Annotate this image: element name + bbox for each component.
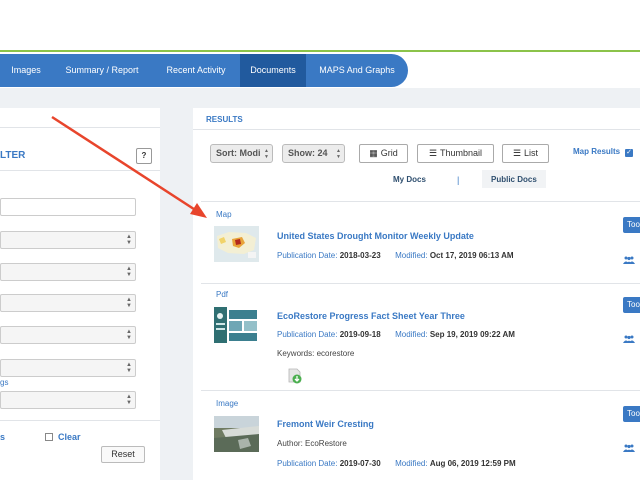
help-button[interactable]: ?: [136, 148, 152, 164]
modified-label: Modified:: [395, 251, 428, 260]
result-dates: Publication Date: 2018-03-23 Modified: O…: [277, 251, 514, 260]
tools-button[interactable]: Too: [623, 406, 640, 422]
filter-divider: [0, 170, 160, 171]
modified-label: Modified:: [395, 459, 428, 468]
result-keywords: Keywords: ecorestore: [277, 349, 355, 358]
nav-tab-bar: Images Summary / Report Recent Activity …: [0, 54, 408, 87]
publication-date-value: 2018-03-23: [339, 251, 381, 260]
result-dates: Publication Date: 2019-07-30 Modified: A…: [277, 459, 516, 468]
tab-maps-and-graphs[interactable]: MAPS And Graphs: [306, 54, 408, 87]
select-arrows-icon: ▲ ▼: [264, 148, 269, 160]
list-label: List: [524, 148, 539, 158]
show-select-value: Show: 24: [288, 148, 328, 158]
select-arrows-icon: ▲ ▼: [126, 234, 132, 246]
filter-select-1[interactable]: ▲ ▼: [0, 231, 136, 249]
filter-select-6[interactable]: ▲ ▼: [0, 391, 136, 409]
my-docs-tab[interactable]: My Docs: [393, 175, 426, 184]
result-type-label: Image: [216, 399, 239, 408]
modified-label: Modified:: [395, 330, 428, 339]
result-author: Author: EcoRestore: [277, 439, 347, 448]
select-arrows-icon: ▲ ▼: [126, 266, 132, 278]
list-view-button[interactable]: ☰ List: [502, 144, 549, 163]
result-type-label: Map: [216, 210, 232, 219]
tab-documents[interactable]: Documents: [240, 54, 306, 87]
filter-panel-header: [0, 108, 160, 128]
filter-select-4[interactable]: ▲ ▼: [0, 326, 136, 344]
publication-date-label: Publication Date:: [277, 251, 338, 260]
filter-tags-link[interactable]: gs: [0, 378, 8, 387]
users-icon[interactable]: [623, 444, 635, 452]
tab-recent-activity[interactable]: Recent Activity: [152, 54, 240, 87]
result-thumbnail[interactable]: [214, 226, 259, 262]
grid-view-button[interactable]: ▦ Grid: [359, 144, 408, 163]
modified-value: Sep 19, 2019 09:22 AM: [429, 330, 515, 339]
result-type-label: Pdf: [216, 290, 229, 299]
thumbnail-view-button[interactable]: ☰ Thumbnail: [417, 144, 494, 163]
reset-button[interactable]: Reset: [101, 446, 145, 463]
thumbnail-label: Thumbnail: [440, 148, 483, 158]
users-icon[interactable]: [623, 335, 635, 343]
filter-select-5[interactable]: ▲ ▼: [0, 359, 136, 377]
tools-button[interactable]: Too: [623, 297, 640, 313]
result-title-link[interactable]: Fremont Weir Cresting: [277, 419, 374, 429]
public-docs-tab[interactable]: Public Docs: [491, 175, 537, 184]
filter-keyword-input[interactable]: [0, 198, 136, 216]
tools-button[interactable]: Too: [623, 217, 640, 233]
results-list-divider: [201, 201, 640, 202]
result-separator: [201, 283, 640, 284]
result-title-link[interactable]: United States Drought Monitor Weekly Upd…: [277, 231, 474, 241]
filter-title: LTER: [0, 150, 26, 161]
select-arrows-icon: ▲ ▼: [126, 329, 132, 341]
clear-label[interactable]: Clear: [58, 432, 81, 442]
modified-value: Aug 06, 2019 12:59 PM: [429, 459, 516, 468]
grid-icon: ▦: [369, 148, 378, 158]
result-thumbnail[interactable]: [214, 416, 259, 452]
filter-panel: LTER ? ▲ ▼ ▲ ▼ ▲ ▼ ▲ ▼ ▲ ▼ gs ▲ ▼ s Clear Rese…: [0, 108, 160, 480]
map-results-checkbox[interactable]: ✓: [625, 149, 633, 157]
header-accent-line: [0, 50, 640, 52]
main-nav: Images Summary / Report Recent Activity …: [0, 54, 640, 88]
tab-summary-report[interactable]: Summary / Report: [52, 54, 152, 87]
results-panel: RESULTS Sort: Modi ▲ ▼ Show: 24 ▲ ▼ ▦ Grid …: [193, 108, 640, 480]
filter-footer-divider: [0, 420, 160, 421]
show-select[interactable]: Show: 24 ▲ ▼: [282, 144, 345, 163]
publication-date-value: 2019-07-30: [339, 459, 381, 468]
filter-apply-link[interactable]: s: [0, 432, 5, 442]
tab-images[interactable]: Images: [0, 54, 52, 87]
select-arrows-icon: ▲ ▼: [336, 148, 341, 160]
result-thumbnail[interactable]: [214, 307, 259, 343]
modified-value: Oct 17, 2019 06:13 AM: [429, 251, 514, 260]
publication-date-label: Publication Date:: [277, 330, 338, 339]
users-icon[interactable]: [623, 256, 635, 264]
result-dates: Publication Date: 2019-09-18 Modified: S…: [277, 330, 515, 339]
list-icon: ☰: [512, 148, 522, 158]
filter-select-2[interactable]: ▲ ▼: [0, 263, 136, 281]
docs-tab-separator: |: [457, 175, 460, 185]
grid-label: Grid: [380, 148, 398, 158]
publication-date-value: 2019-09-18: [339, 330, 381, 339]
filter-select-3[interactable]: ▲ ▼: [0, 294, 136, 312]
sort-select-value: Sort: Modi: [216, 148, 261, 158]
result-separator: [201, 390, 640, 391]
publication-date-label: Publication Date:: [277, 459, 338, 468]
results-header-divider: [193, 129, 640, 130]
select-arrows-icon: ▲ ▼: [126, 297, 132, 309]
result-title-link[interactable]: EcoRestore Progress Fact Sheet Year Thre…: [277, 311, 465, 321]
select-arrows-icon: ▲ ▼: [126, 394, 132, 406]
top-header: [0, 0, 640, 52]
sort-select[interactable]: Sort: Modi ▲ ▼: [210, 144, 273, 163]
download-icon[interactable]: [287, 368, 303, 384]
clear-checkbox[interactable]: [45, 433, 53, 441]
select-arrows-icon: ▲ ▼: [126, 362, 132, 374]
thumbnail-list-icon: ☰: [428, 148, 438, 158]
map-results-label[interactable]: Map Results: [573, 147, 620, 156]
results-heading: RESULTS: [206, 115, 243, 124]
